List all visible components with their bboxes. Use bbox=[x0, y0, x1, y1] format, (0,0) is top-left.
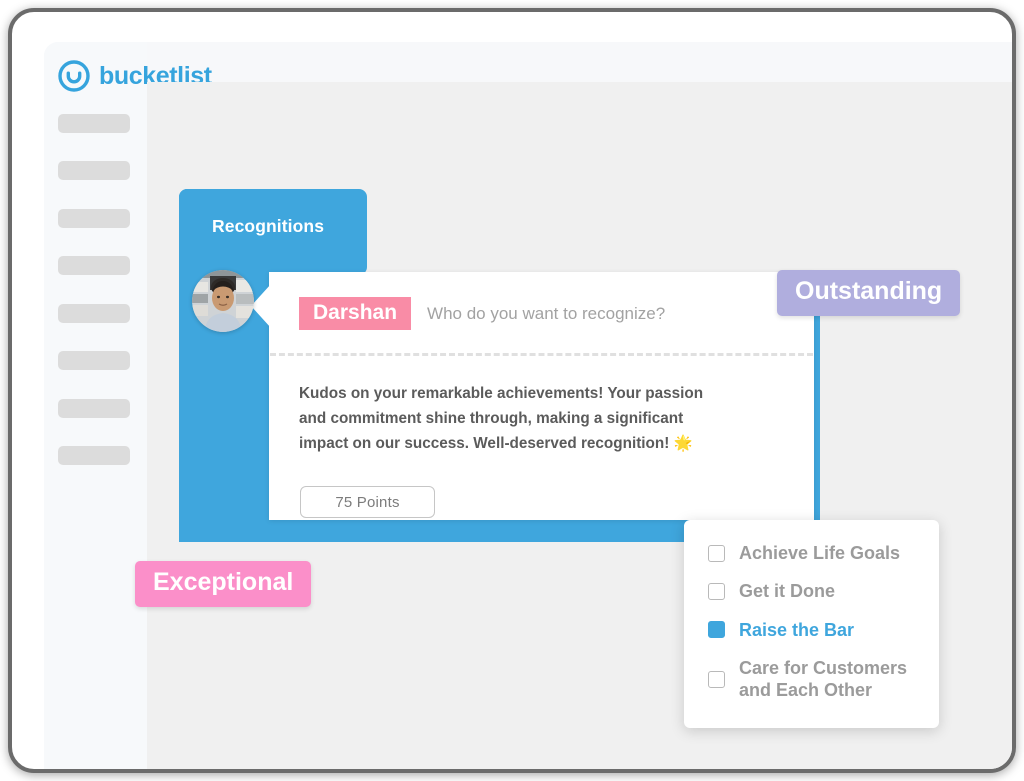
card-pointer-notch bbox=[251, 284, 271, 328]
sidebar-item-placeholder-3[interactable] bbox=[58, 209, 130, 228]
recognition-card: Darshan Who do you want to recognize? Ku… bbox=[269, 272, 814, 520]
checkbox-achieve-life-goals[interactable] bbox=[708, 544, 725, 562]
recognitions-title: Recognitions bbox=[212, 216, 325, 236]
smile-circle-logo-icon bbox=[58, 60, 90, 92]
value-option-label: Care for Customers and Each Other bbox=[739, 657, 908, 701]
value-option-achieve-life-goals[interactable]: Achieve Life Goals bbox=[684, 534, 939, 572]
value-option-label: Get it Done bbox=[739, 581, 836, 602]
checkbox-raise-the-bar[interactable] bbox=[708, 621, 725, 639]
value-option-label: Achieve Life Goals bbox=[739, 543, 901, 563]
sidebar-item-placeholder-8[interactable] bbox=[58, 446, 130, 465]
sidebar-item-placeholder-6[interactable] bbox=[58, 351, 130, 370]
sidebar-item-placeholder-5[interactable] bbox=[58, 304, 130, 323]
badge-outstanding: Outstanding bbox=[777, 270, 961, 316]
card-divider bbox=[270, 353, 813, 356]
avatar[interactable] bbox=[192, 270, 254, 332]
value-option-care-for-customers[interactable]: Care for Customers and Each Other bbox=[684, 649, 939, 710]
checkbox-get-it-done[interactable] bbox=[708, 582, 725, 600]
sidebar: bucketlist bbox=[44, 42, 212, 769]
sidebar-item-placeholder-7[interactable] bbox=[58, 399, 130, 418]
points-button[interactable]: 75 Points bbox=[300, 486, 435, 518]
sidebar-item-placeholder-1[interactable] bbox=[58, 114, 130, 133]
device-frame: bucketlist Recognitions Darshan Who do y… bbox=[8, 8, 1016, 773]
value-option-label: Raise the Bar bbox=[739, 619, 855, 640]
recipient-chip[interactable]: Darshan bbox=[299, 297, 412, 330]
recognition-message[interactable]: Kudos on your remarkable achievements! Y… bbox=[299, 382, 719, 456]
value-option-raise-the-bar[interactable]: Raise the Bar bbox=[684, 611, 939, 649]
values-dropdown[interactable]: Achieve Life Goals Get it Done Raise the… bbox=[684, 520, 939, 728]
recipient-input-placeholder[interactable]: Who do you want to recognize? bbox=[427, 304, 665, 324]
checkbox-care-for-customers[interactable] bbox=[708, 670, 725, 688]
app-panel: bucketlist Recognitions Darshan Who do y… bbox=[44, 42, 1012, 769]
value-option-get-it-done[interactable]: Get it Done bbox=[684, 572, 939, 610]
sidebar-item-placeholder-4[interactable] bbox=[58, 256, 130, 275]
recipient-row: Darshan Who do you want to recognize? bbox=[299, 297, 665, 330]
sidebar-item-placeholder-2[interactable] bbox=[58, 161, 130, 180]
avatar-photo bbox=[192, 270, 254, 332]
badge-exceptional: Exceptional bbox=[135, 561, 312, 607]
